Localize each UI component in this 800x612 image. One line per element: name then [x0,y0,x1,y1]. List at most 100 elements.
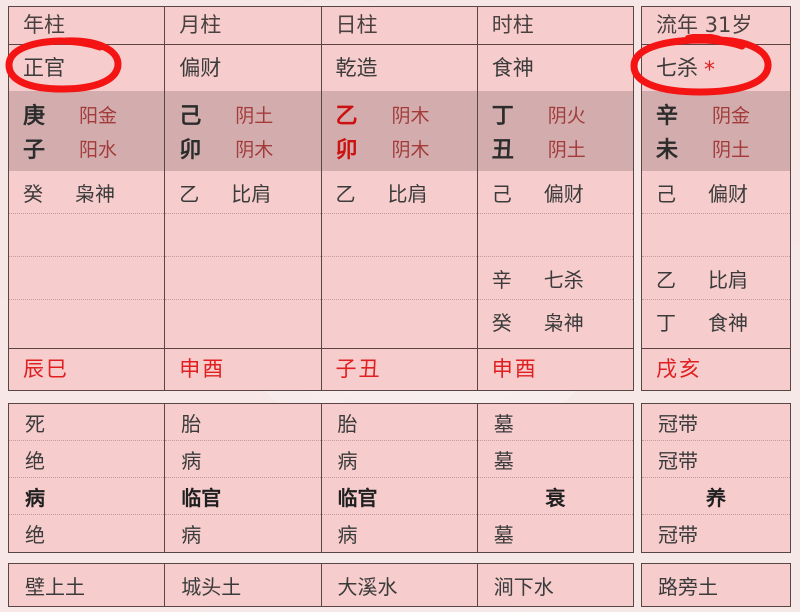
hidden-stem-row: 己 偏财 [477,171,633,214]
hidden-stem-row: 癸 枭神 [478,300,633,343]
heavenly-stem-year: 庚 阳金 [9,97,164,131]
nayin-table-liunian: 路旁土 [641,563,791,607]
heavenly-stem-liunian: 辛 阴金 [642,97,790,131]
stem-element-hour: 阴火 [547,104,586,127]
branch-char-hour: 丑 [491,138,514,163]
heavenly-stem-hour: 丁 阴火 [478,97,633,131]
hidden-stem-row [165,257,321,300]
stage-cell: 冠带 [642,441,790,478]
hidden-stem-row: 乙 比肩 [321,171,477,214]
nayin-month: 城头土 [165,564,322,606]
stem-element-day: 阴木 [391,104,430,127]
stage-cell: 临官 [165,478,321,515]
hidden-stem-row [321,257,477,300]
nayin-hour: 涧下水 [493,574,554,599]
stem-char-month: 己 [179,104,202,129]
hidden-stem-row: 乙 比肩 [165,171,321,214]
pillar-column-month[interactable]: 月柱 偏财 己 阴土 卯 阴木 乙 比肩 申酉 [165,7,322,390]
stage-cell: 病 [337,522,358,547]
stem-char-day: 乙 [335,104,358,129]
void-branches-year: 辰巳 [9,348,165,390]
ten-god-year: 正官 [23,55,65,80]
pillar-header-month: 月柱 [165,7,321,45]
stage-cell: 病 [181,522,202,547]
branch-char-day: 卯 [335,138,358,163]
pillar-column-hour[interactable]: 时柱 食神 丁 阴火 丑 阴土 己 偏财 辛 七杀 癸 枭神 申酉 [477,7,633,390]
hidden-stem-row [9,214,165,257]
hidden-stem-god: 枭神 [75,181,115,206]
stage-cell: 病 [321,441,477,478]
pillar-column-day[interactable]: 日柱 乾造 乙 阴木 卯 阴木 乙 比肩 子丑 [321,7,478,390]
hidden-stems-month: 乙 比肩 [165,171,321,348]
hidden-stem-char: 乙 [179,181,200,206]
void-branches-liunian: 戌亥 [642,348,790,390]
pillar-header-hour: 时柱 [477,7,633,45]
hidden-stem-row: 辛 七杀 [477,257,633,300]
hidden-stem-row [9,257,165,300]
pillar-column-liunian[interactable]: 流年 31岁 七杀 * 辛 阴金 未 阴土 己 偏财 乙 比肩 丁 食神 戌亥 [642,7,790,390]
stage-cell: 绝 [25,522,45,547]
ten-god-hour: 食神 [491,55,534,80]
stem-char-hour: 丁 [491,104,514,129]
stem-element-liunian: 阴金 [712,104,751,127]
branch-char-month: 卯 [179,138,202,163]
nayin-day: 大溪水 [322,564,478,606]
stage-cell: 墓 [493,522,514,547]
branch-char-year: 子 [23,138,46,163]
ten-god-month: 偏财 [179,55,222,80]
pillar-header-day: 日柱 [321,7,477,45]
hidden-stem-row: 丁 食神 [642,300,790,343]
hidden-stem-row: 乙 比肩 [642,257,790,300]
earthly-branch-day: 卯 阴木 [322,131,477,165]
hidden-stem-char: 乙 [335,181,356,206]
stage-cell: 养 [642,478,790,515]
hidden-stem-god: 比肩 [231,181,272,206]
stage-column-month[interactable]: 胎 病 临官 病 [165,404,322,552]
void-branches-day: 子丑 [321,348,477,390]
hidden-stem-god: 偏财 [543,181,584,206]
ten-god-liunian: 七杀 * [642,45,790,91]
pillar-column-year[interactable]: 年柱 正官 庚 阳金 子 阳水 癸 枭神 辰巳 [9,7,166,390]
hidden-stem-char: 癸 [23,181,43,206]
hidden-stem-row [165,214,321,257]
hidden-stem-row [321,214,477,257]
hidden-stem-god: 比肩 [387,181,428,206]
stage-cell: 冠带 [658,522,698,547]
stage-cell: 病 [9,478,165,515]
heavenly-stem-day: 乙 阴木 [322,97,477,131]
stage-cell: 临官 [321,478,477,515]
branch-element-day: 阴木 [391,138,430,161]
hidden-stems-day: 乙 比肩 [321,171,477,348]
pillar-header-year: 年柱 [9,7,165,45]
four-pillars-table: 年柱 正官 庚 阳金 子 阳水 癸 枭神 辰巳 月柱 偏财 己 阴土 卯 阴木 … [8,6,634,391]
branch-element-hour: 阴土 [547,138,586,161]
stem-branch-band-hour: 丁 阴火 丑 阴土 [477,91,633,171]
twelve-stages-table-liunian: 冠带 冠带 养 冠带 [641,403,791,553]
hidden-stem-char: 丁 [656,311,676,335]
stage-cell: 病 [165,441,321,478]
liunian-table: 流年 31岁 七杀 * 辛 阴金 未 阴土 己 偏财 乙 比肩 丁 食神 戌亥 [641,6,791,391]
branch-element-month: 阴木 [235,138,274,161]
stem-branch-band-year: 庚 阳金 子 阳水 [9,91,165,171]
stage-column-hour[interactable]: 墓 墓 衰 墓 [477,404,633,552]
stage-column-year[interactable]: 死 绝 病 绝 [9,404,166,552]
stage-cell: 墓 [477,441,633,478]
hidden-stems-liunian: 己 偏财 乙 比肩 丁 食神 [642,171,790,348]
hidden-stem-row: 己 偏财 [642,171,790,214]
hidden-stem-row [642,214,790,257]
hidden-stem-god: 比肩 [708,267,748,292]
stage-cell: 胎 [165,404,321,441]
stage-cell: 衰 [477,478,633,515]
stage-cell: 绝 [9,441,165,478]
stage-cell: 死 [9,404,165,441]
hidden-stem-char: 己 [656,181,676,206]
stage-column-day[interactable]: 胎 病 临官 病 [321,404,478,552]
branch-element-liunian: 阴土 [712,138,751,161]
hidden-stems-hour: 己 偏财 辛 七杀 癸 枭神 [477,171,633,348]
hidden-stem-row [477,214,633,257]
twelve-stages-table: 死 绝 病 绝 胎 病 临官 病 胎 病 临官 病 墓 墓 衰 墓 [8,403,634,553]
branch-element-year: 阳水 [79,138,118,161]
heavenly-stem-month: 己 阴土 [165,97,320,131]
stage-column-liunian[interactable]: 冠带 冠带 养 冠带 [642,404,790,552]
stem-branch-band-liunian: 辛 阴金 未 阴土 [642,91,790,171]
